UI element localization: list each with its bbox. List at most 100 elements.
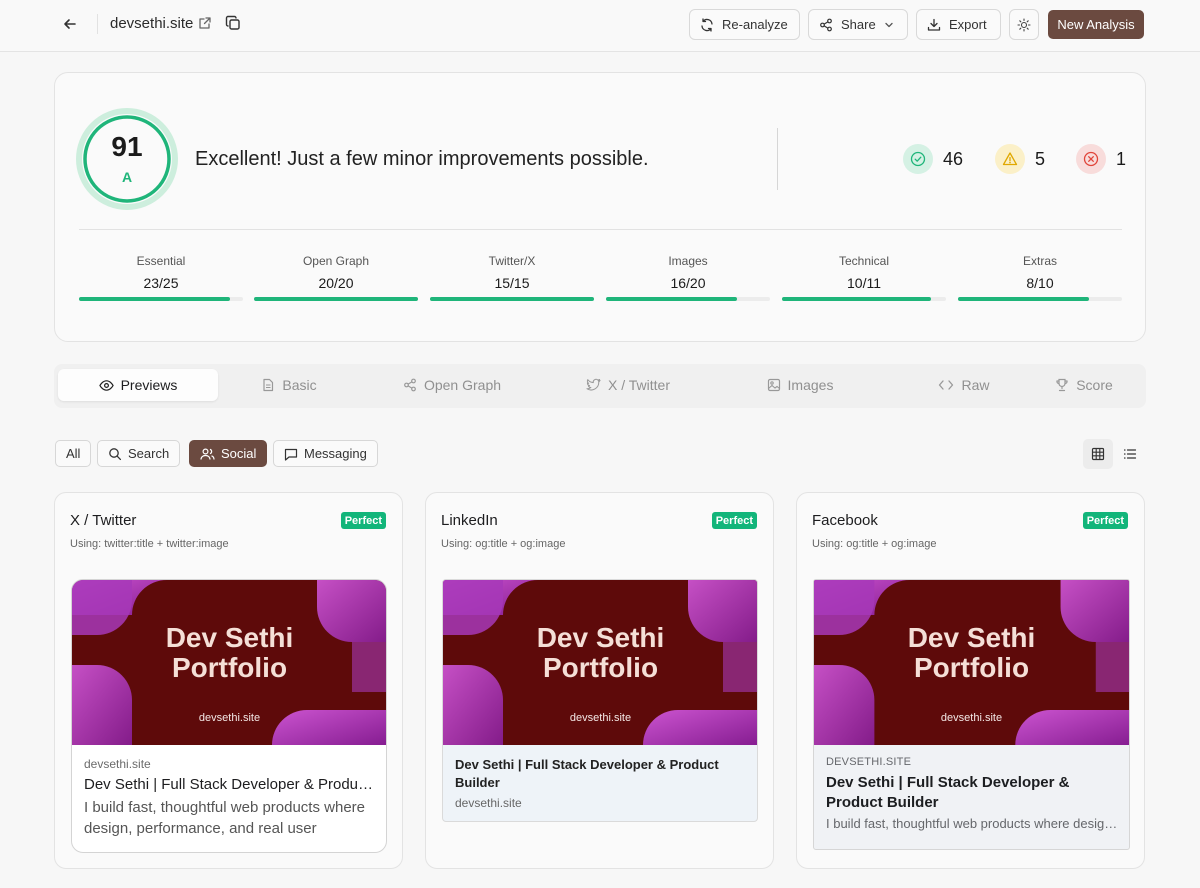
download-icon	[927, 18, 941, 32]
new-analysis-button[interactable]: New Analysis	[1048, 10, 1144, 39]
category-extras: Extras 8/10	[958, 254, 1122, 301]
twitter-card-preview[interactable]: Dev Sethi Portfolio devsethi.site devset…	[71, 579, 387, 853]
category-score: 15/15	[494, 275, 530, 291]
top-bar: devsethi.site Re-analyze Share Export Ne…	[0, 0, 1200, 52]
progress-fill	[254, 297, 418, 301]
preview-domain: DEVSETHI.SITE	[826, 756, 912, 768]
passed-value: 46	[943, 148, 964, 169]
preview-platform: X / Twitter	[70, 512, 137, 529]
copy-icon[interactable]	[225, 15, 241, 31]
og-title-line: Dev Sethi	[165, 622, 294, 653]
share-nodes-icon	[403, 378, 417, 392]
warning-count: 5	[995, 144, 1045, 174]
tab-label: X / Twitter	[608, 377, 670, 393]
category-images: Images 16/20	[606, 254, 770, 301]
og-title-line: Portfolio	[542, 652, 659, 683]
filter-all[interactable]: All	[55, 440, 92, 467]
og-title-line: Portfolio	[913, 652, 1030, 683]
reanalyze-button[interactable]: Re-analyze	[689, 9, 800, 40]
grid-view-button[interactable]	[1083, 439, 1113, 469]
score-card: 91 A Excellent! Just a few minor improve…	[54, 72, 1146, 342]
og-image-title: Dev Sethi Portfolio	[72, 622, 386, 683]
og-image-title: Dev Sethi Portfolio	[814, 623, 1129, 683]
divider	[79, 229, 1122, 230]
back-button[interactable]	[56, 10, 84, 38]
filter-label: All	[66, 446, 81, 461]
filter-messaging[interactable]: Messaging	[273, 440, 378, 467]
code-icon	[938, 378, 954, 392]
preview-title: Dev Sethi | Full Stack Developer & Produ…	[84, 776, 376, 793]
preview-description: I build fast, thoughtful web products wh…	[826, 816, 1119, 831]
tab-open-graph[interactable]: Open Graph	[372, 369, 532, 401]
filter-social[interactable]: Social	[189, 440, 268, 467]
tab-score[interactable]: Score	[1028, 369, 1140, 401]
category-score: 23/25	[143, 275, 179, 291]
external-link-icon[interactable]	[198, 16, 212, 30]
trophy-icon	[1055, 378, 1069, 392]
tab-basic[interactable]: Basic	[222, 369, 356, 401]
tab-previews[interactable]: Previews	[58, 369, 218, 401]
category-progress	[254, 297, 418, 301]
list-view-button[interactable]	[1115, 439, 1145, 469]
category-score: 10/11	[847, 275, 881, 291]
score-grade: A	[121, 169, 133, 185]
og-title-line: Dev Sethi	[536, 622, 665, 653]
users-icon	[200, 447, 215, 461]
list-icon	[1123, 447, 1137, 461]
reanalyze-label: Re-analyze	[722, 17, 788, 32]
grid-icon	[1091, 447, 1105, 461]
refresh-icon	[700, 17, 714, 32]
share-button[interactable]: Share	[808, 9, 908, 40]
message-icon	[284, 447, 298, 461]
category-name: Extras	[1022, 254, 1057, 268]
tab-label: Previews	[120, 377, 178, 393]
tab-raw[interactable]: Raw	[904, 369, 1024, 401]
category-twitter: Twitter/X 15/15	[430, 254, 594, 301]
tab-label: Images	[787, 377, 834, 393]
category-name: Open Graph	[302, 254, 370, 268]
theme-toggle-button[interactable]	[1009, 9, 1039, 40]
og-image-domain: devsethi.site	[198, 712, 261, 724]
og-image-domain: devsethi.site	[569, 712, 632, 724]
x-circle-icon	[1076, 144, 1106, 174]
progress-fill	[606, 297, 738, 301]
linkedin-card-preview[interactable]: Dev Sethi Portfolio devsethi.site Dev Se…	[442, 579, 758, 822]
tab-label: Open Graph	[423, 377, 502, 393]
category-essential: Essential 23/25	[79, 254, 243, 301]
category-open-graph: Open Graph 20/20	[254, 254, 418, 301]
site-name: devsethi.site	[110, 15, 194, 32]
og-image: Dev Sethi Portfolio devsethi.site	[72, 580, 386, 745]
preview-card-twitter: X / Twitter Perfect Using: twitter:title…	[54, 492, 403, 869]
preview-domain: devsethi.site	[455, 796, 522, 810]
category-score: 16/20	[670, 275, 706, 291]
filter-search[interactable]: Search	[97, 440, 181, 467]
tab-label: Basic	[282, 377, 317, 393]
divider	[777, 128, 778, 190]
status-badge: Perfect	[340, 512, 386, 529]
category-name: Essential	[136, 254, 186, 268]
facebook-card-preview[interactable]: Dev Sethi Portfolio devsethi.site DEVSET…	[813, 579, 1130, 850]
divider	[97, 14, 98, 34]
category-name: Images	[668, 254, 708, 268]
preview-card-linkedin: LinkedIn Perfect Using: og:title + og:im…	[425, 492, 774, 869]
tab-twitter[interactable]: X / Twitter	[548, 369, 708, 401]
og-title-line: Portfolio	[171, 652, 288, 683]
og-image-title: Dev Sethi Portfolio	[443, 622, 757, 683]
progress-fill	[782, 297, 932, 301]
tab-images[interactable]: Images	[720, 369, 880, 401]
score-value: 91	[111, 131, 143, 162]
error-count: 1	[1076, 144, 1126, 174]
og-image: Dev Sethi Portfolio devsethi.site	[443, 580, 757, 745]
preview-platform: LinkedIn	[441, 512, 498, 529]
share-label: Share	[841, 17, 876, 32]
category-progress	[782, 297, 946, 301]
status-badge: Perfect	[1082, 512, 1128, 529]
twitter-card-body: devsethi.site Dev Sethi | Full Stack Dev…	[72, 745, 386, 852]
warning-icon	[995, 144, 1025, 174]
og-image: Dev Sethi Portfolio devsethi.site	[814, 580, 1129, 745]
sun-icon	[1017, 17, 1031, 32]
filter-label: Search	[128, 446, 170, 461]
twitter-bird-icon	[586, 378, 601, 392]
preview-card-facebook: Facebook Perfect Using: og:title + og:im…	[796, 492, 1145, 869]
export-button[interactable]: Export	[916, 9, 1001, 40]
